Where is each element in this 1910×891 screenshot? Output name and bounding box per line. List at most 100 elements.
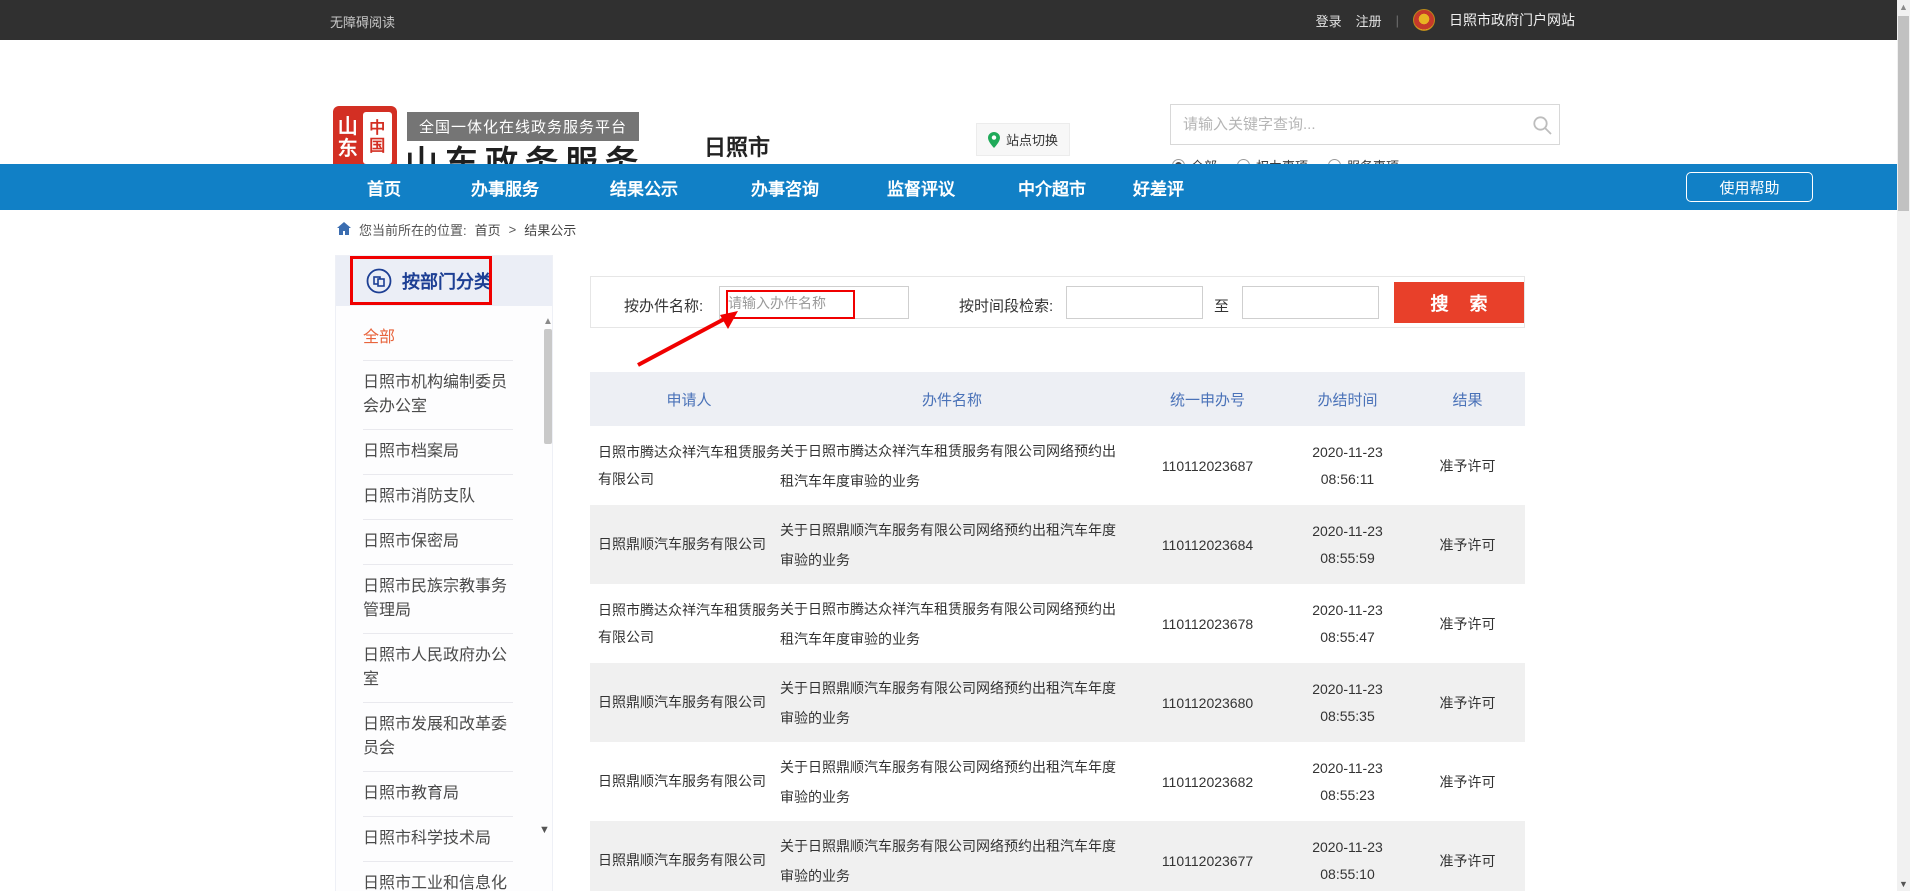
date-to-input[interactable] xyxy=(1242,286,1379,319)
accessibility-link[interactable]: 无障碍阅读 xyxy=(330,12,395,31)
dept-item[interactable]: 日照市档案局 xyxy=(363,430,513,475)
cell-number: 110112023684 xyxy=(1130,537,1285,553)
sidebar-title: 按部门分类 xyxy=(402,268,492,294)
nav-results[interactable]: 结果公示 xyxy=(610,164,678,210)
nav-home[interactable]: 首页 xyxy=(367,164,401,210)
site-header: 山东 中国 全国一体化在线政务服务平台 山东政务服务 日照市 站点切换 全部 xyxy=(0,40,1910,164)
nav-services[interactable]: 办事服务 xyxy=(471,164,539,210)
seal-left-text: 山东 xyxy=(333,106,363,170)
cell-applicant: 日照市腾达众祥汽车租赁服务有限公司 xyxy=(590,439,780,493)
nav-rating[interactable]: 好差评 xyxy=(1133,164,1184,210)
breadcrumb-prefix: 您当前所在的位置: xyxy=(359,220,467,239)
cell-item: 关于日照鼎顺汽车服务有限公司网络预约出租汽车年度审验的业务 xyxy=(780,515,1130,575)
cell-result: 准予许可 xyxy=(1410,693,1525,713)
col-header-time: 办结时间 xyxy=(1285,389,1410,410)
shandong-seal-logo: 山东 中国 xyxy=(333,106,397,170)
cell-item: 关于日照鼎顺汽车服务有限公司网络预约出租汽车年度审验的业务 xyxy=(780,752,1130,812)
nav-supervision[interactable]: 监督评议 xyxy=(887,164,955,210)
location-pin-icon xyxy=(988,132,1000,148)
home-icon xyxy=(337,222,351,238)
sidebar-header[interactable]: 按部门分类 xyxy=(336,256,552,306)
breadcrumb: 您当前所在的位置: 首页 > 结果公示 xyxy=(337,220,576,239)
col-header-applicant: 申请人 xyxy=(590,389,780,410)
table-row[interactable]: 日照鼎顺汽车服务有限公司 关于日照鼎顺汽车服务有限公司网络预约出租汽车年度审验的… xyxy=(590,505,1525,584)
window-scrollbar[interactable]: ▲ ▼ xyxy=(1897,0,1910,891)
cell-result: 准予许可 xyxy=(1410,456,1525,476)
sidebar-scrollbar-thumb[interactable] xyxy=(544,329,552,444)
table-row[interactable]: 日照市腾达众祥汽车租赁服务有限公司 关于日照市腾达众祥汽车租赁服务有限公司网络预… xyxy=(590,426,1525,505)
filter-bar: 按办件名称: 按时间段检索: 至 搜 索 xyxy=(590,276,1525,328)
site-switch-button[interactable]: 站点切换 xyxy=(976,123,1070,156)
search-icon[interactable] xyxy=(1525,115,1559,135)
dept-item-all[interactable]: 全部 xyxy=(363,316,513,361)
cell-item: 关于日照鼎顺汽车服务有限公司网络预约出租汽车年度审验的业务 xyxy=(780,673,1130,733)
scrollbar-down-icon[interactable]: ▼ xyxy=(1897,879,1910,889)
table-row[interactable]: 日照鼎顺汽车服务有限公司 关于日照鼎顺汽车服务有限公司网络预约出租汽车年度审验的… xyxy=(590,742,1525,821)
filter-time-label: 按时间段检索: xyxy=(959,295,1053,316)
dept-item[interactable]: 日照市发展和改革委员会 xyxy=(363,703,513,772)
cell-applicant: 日照鼎顺汽车服务有限公司 xyxy=(590,847,780,874)
dept-item[interactable]: 日照市消防支队 xyxy=(363,475,513,520)
dept-item[interactable]: 日照市科学技术局 xyxy=(363,817,513,862)
help-button[interactable]: 使用帮助 xyxy=(1686,172,1813,202)
item-name-input[interactable] xyxy=(719,286,909,319)
cell-applicant: 日照市腾达众祥汽车租赁服务有限公司 xyxy=(590,597,780,651)
sidebar-scroll-up-icon[interactable]: ▲ xyxy=(543,316,553,327)
search-button[interactable]: 搜 索 xyxy=(1394,282,1524,323)
sidebar-scroll-down-icon[interactable]: ▼ xyxy=(539,824,550,836)
date-from-input[interactable] xyxy=(1066,286,1203,319)
breadcrumb-current[interactable]: 结果公示 xyxy=(524,220,576,239)
breadcrumb-home[interactable]: 首页 xyxy=(475,220,501,239)
dept-item[interactable]: 日照市教育局 xyxy=(363,772,513,817)
cell-result: 准予许可 xyxy=(1410,535,1525,555)
dept-item[interactable]: 日照市人民政府办公室 xyxy=(363,634,513,703)
col-header-number: 统一申办号 xyxy=(1130,389,1285,410)
keyword-search-input[interactable] xyxy=(1171,116,1525,133)
cell-result: 准予许可 xyxy=(1410,851,1525,871)
cell-number: 110112023678 xyxy=(1130,616,1285,632)
category-icon xyxy=(366,268,392,294)
cell-time: 2020-11-2308:55:35 xyxy=(1285,676,1410,730)
scrollbar-thumb[interactable] xyxy=(1898,16,1909,211)
city-name: 日照市 xyxy=(704,130,770,162)
cell-result: 准予许可 xyxy=(1410,772,1525,792)
site-switch-label: 站点切换 xyxy=(1006,130,1058,149)
national-emblem-icon xyxy=(1413,9,1435,31)
nav-consult[interactable]: 办事咨询 xyxy=(751,164,819,210)
cell-applicant: 日照鼎顺汽车服务有限公司 xyxy=(590,531,780,558)
breadcrumb-separator: > xyxy=(509,222,517,237)
cell-item: 关于日照市腾达众祥汽车租赁服务有限公司网络预约出租汽车年度审验的业务 xyxy=(780,594,1130,654)
cell-time: 2020-11-2308:55:47 xyxy=(1285,597,1410,651)
filter-name-label: 按办件名称: xyxy=(624,295,703,316)
nav-intermediary[interactable]: 中介超市 xyxy=(1018,164,1086,210)
cell-number: 110112023680 xyxy=(1130,695,1285,711)
table-row[interactable]: 日照市腾达众祥汽车租赁服务有限公司 关于日照市腾达众祥汽车租赁服务有限公司网络预… xyxy=(590,584,1525,663)
cell-number: 110112023677 xyxy=(1130,853,1285,869)
table-header-row: 申请人 办件名称 统一申办号 办结时间 结果 xyxy=(590,372,1525,426)
table-row[interactable]: 日照鼎顺汽车服务有限公司 关于日照鼎顺汽车服务有限公司网络预约出租汽车年度审验的… xyxy=(590,821,1525,891)
cell-time: 2020-11-2308:55:59 xyxy=(1285,518,1410,572)
department-list: 全部 日照市机构编制委员会办公室 日照市档案局 日照市消防支队 日照市保密局 日… xyxy=(336,306,552,891)
top-bar: 无障碍阅读 登录 注册 | 日照市政府门户网站 xyxy=(0,0,1910,40)
cell-number: 110112023682 xyxy=(1130,774,1285,790)
login-link[interactable]: 登录 xyxy=(1316,11,1342,30)
cell-time: 2020-11-2308:55:10 xyxy=(1285,834,1410,888)
filter-to-label: 至 xyxy=(1214,295,1229,316)
cell-time: 2020-11-2308:55:23 xyxy=(1285,755,1410,809)
col-header-item: 办件名称 xyxy=(780,389,1130,410)
scrollbar-up-icon[interactable]: ▲ xyxy=(1897,2,1910,12)
portal-link[interactable]: 日照市政府门户网站 xyxy=(1449,10,1575,30)
cell-time: 2020-11-2308:56:11 xyxy=(1285,439,1410,493)
cell-applicant: 日照鼎顺汽车服务有限公司 xyxy=(590,768,780,795)
register-link[interactable]: 注册 xyxy=(1356,11,1382,30)
dept-item[interactable]: 日照市工业和信息化 xyxy=(363,862,513,891)
results-table: 申请人 办件名称 统一申办号 办结时间 结果 日照市腾达众祥汽车租赁服务有限公司… xyxy=(590,372,1525,891)
dept-item[interactable]: 日照市机构编制委员会办公室 xyxy=(363,361,513,430)
col-header-result: 结果 xyxy=(1410,389,1525,410)
dept-item[interactable]: 日照市保密局 xyxy=(363,520,513,565)
cell-applicant: 日照鼎顺汽车服务有限公司 xyxy=(590,689,780,716)
table-row[interactable]: 日照鼎顺汽车服务有限公司 关于日照鼎顺汽车服务有限公司网络预约出租汽车年度审验的… xyxy=(590,663,1525,742)
cell-item: 关于日照市腾达众祥汽车租赁服务有限公司网络预约出租汽车年度审验的业务 xyxy=(780,436,1130,496)
cell-number: 110112023687 xyxy=(1130,458,1285,474)
dept-item[interactable]: 日照市民族宗教事务管理局 xyxy=(363,565,513,634)
